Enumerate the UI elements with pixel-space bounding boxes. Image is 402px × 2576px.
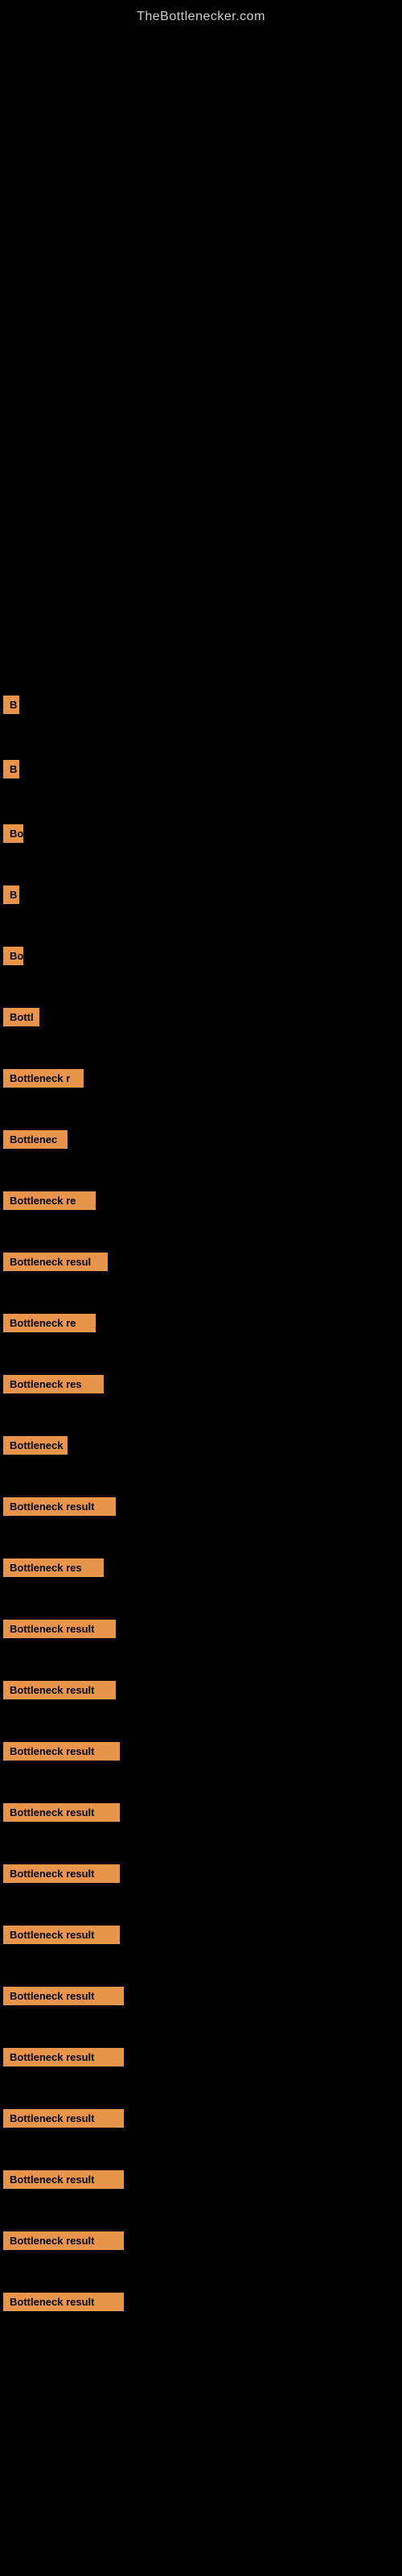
bar-row: Bottleneck res	[0, 1372, 402, 1401]
bar-row: Bottleneck result	[0, 1922, 402, 1951]
bottleneck-result-bar: Bottleneck	[3, 1436, 68, 1455]
bottleneck-result-bar: Bottleneck result	[3, 2170, 124, 2189]
bar-row: Bo	[0, 943, 402, 972]
bar-row: Bottleneck result	[0, 1861, 402, 1890]
bar-row: B	[0, 692, 402, 721]
bottleneck-result-bar: Bottleneck result	[3, 1926, 120, 1944]
bar-row: Bo	[0, 821, 402, 850]
bottleneck-result-bar: Bottleneck res	[3, 1558, 104, 1577]
bottleneck-result-bar: Bottleneck resul	[3, 1253, 108, 1271]
bar-row: Bottleneck result	[0, 1984, 402, 2013]
bar-row: Bottlenec	[0, 1127, 402, 1156]
bottleneck-result-bar: Bottleneck res	[3, 1375, 104, 1393]
bottleneck-result-bar: Bottlenec	[3, 1130, 68, 1149]
bar-row: Bottleneck re	[0, 1311, 402, 1340]
bottleneck-result-bar: B	[3, 760, 19, 778]
bottleneck-result-bar: Bottleneck result	[3, 2293, 124, 2311]
bar-row: Bottl	[0, 1005, 402, 1034]
bottleneck-result-bar: Bottleneck result	[3, 1742, 120, 1761]
bottleneck-result-bar: Bottleneck result	[3, 1497, 116, 1516]
bottleneck-result-bar: Bo	[3, 824, 23, 843]
bottleneck-result-bar: Bottleneck result	[3, 1864, 120, 1883]
bars-container: B B Bo B Bo Bottl Bottleneck r Bottlenec Bottlen…	[0, 31, 402, 2318]
bottleneck-result-bar: Bottleneck re	[3, 1314, 96, 1332]
bottleneck-result-bar: B	[3, 886, 19, 904]
bar-row: Bottleneck result	[0, 1616, 402, 1645]
bottleneck-result-bar: Bottleneck result	[3, 2048, 124, 2066]
bottleneck-result-bar: Bottleneck result	[3, 1681, 116, 1699]
site-title: TheBottlenecker.com	[0, 0, 402, 31]
bar-row: Bottleneck result	[0, 2045, 402, 2074]
bottleneck-result-bar: Bottleneck r	[3, 1069, 84, 1088]
bottleneck-result-bar: Bottleneck result	[3, 1987, 124, 2005]
bar-row: Bottleneck result	[0, 2167, 402, 2196]
bar-row: B	[0, 757, 402, 786]
bottleneck-result-bar: Bo	[3, 947, 23, 965]
bottleneck-result-bar: Bottleneck result	[3, 2231, 124, 2250]
bottleneck-result-bar: Bottleneck result	[3, 1620, 116, 1638]
bar-row: Bottleneck result	[0, 1494, 402, 1523]
bar-row: Bottleneck r	[0, 1066, 402, 1095]
bar-row: Bottleneck result	[0, 2289, 402, 2318]
bar-row: Bottleneck re	[0, 1188, 402, 1217]
bottleneck-result-bar: Bottleneck result	[3, 2109, 124, 2128]
bar-row: Bottleneck	[0, 1433, 402, 1462]
bar-row: Bottleneck result	[0, 2228, 402, 2257]
bottleneck-result-bar: B	[3, 696, 19, 714]
bottleneck-result-bar: Bottleneck result	[3, 1803, 120, 1822]
bar-row: Bottleneck result	[0, 1800, 402, 1829]
bar-row: Bottleneck resul	[0, 1249, 402, 1278]
bottleneck-result-bar: Bottleneck re	[3, 1191, 96, 1210]
bar-row: B	[0, 882, 402, 911]
bar-row: Bottleneck result	[0, 1678, 402, 1707]
bar-row: Bottleneck result	[0, 2106, 402, 2135]
bar-row: Bottleneck res	[0, 1555, 402, 1584]
bar-row: Bottleneck result	[0, 1739, 402, 1768]
bottleneck-result-bar: Bottl	[3, 1008, 39, 1026]
